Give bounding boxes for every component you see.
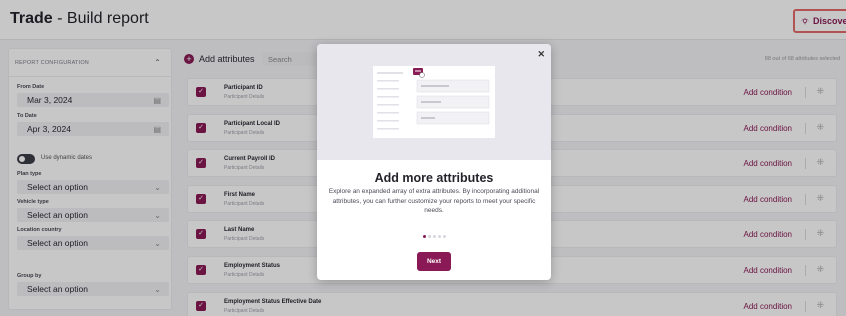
- pagination-dot[interactable]: [442, 235, 446, 238]
- modal-title: Add more attributes: [374, 171, 494, 185]
- report-illustration: [373, 66, 495, 138]
- modal-illustration: [317, 44, 551, 160]
- next-button[interactable]: Next: [417, 252, 451, 271]
- pagination-dots: [317, 235, 551, 238]
- pagination-dot[interactable]: [437, 235, 441, 238]
- close-icon[interactable]: ✕: [537, 49, 545, 60]
- add-attributes-modal: ✕ Add more attributes Explore an expande…: [317, 44, 551, 280]
- pagination-dot[interactable]: [422, 235, 426, 238]
- pagination-dot[interactable]: [427, 235, 431, 238]
- pagination-dot[interactable]: [432, 235, 436, 238]
- modal-description: Explore an expanded array of extra attri…: [328, 188, 540, 214]
